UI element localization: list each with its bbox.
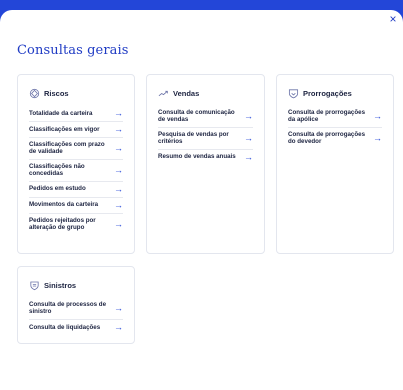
arrow-right-icon: → — [373, 132, 382, 143]
card-vendas: Vendas Consulta de comunicação de vendas… — [146, 74, 265, 254]
list-item[interactable]: Consulta de liquidações → — [29, 320, 123, 335]
claims-shield-icon — [29, 280, 40, 291]
risk-diamond-icon — [29, 88, 40, 99]
sinistros-list: Consulta de processos de sinistro → Consu… — [29, 298, 123, 335]
list-item[interactable]: Classificações em vigor → — [29, 122, 123, 138]
consultas-modal: × Consultas gerais Riscos Totalidade da … — [0, 10, 403, 390]
arrow-right-icon: → — [114, 183, 123, 194]
card-riscos: Riscos Totalidade da carteira → Classific… — [17, 74, 135, 254]
arrow-right-icon: → — [114, 218, 123, 229]
list-item[interactable]: Pedidos em estudo → — [29, 182, 123, 198]
arrow-right-icon: → — [114, 108, 123, 118]
list-item[interactable]: Consulta de prorrogações do devedor → — [288, 128, 382, 149]
list-item[interactable]: Consulta de comunicação de vendas → — [158, 106, 253, 128]
item-label: Resumo de vendas anuais — [158, 153, 236, 161]
list-item[interactable]: Movimentos da carteira → — [29, 198, 123, 214]
card-sinistros: Sinistros Consulta de processos de sinis… — [17, 266, 135, 344]
list-item[interactable]: Classificações com prazo de validade → — [29, 138, 123, 160]
arrow-right-icon: → — [114, 321, 123, 332]
arrow-right-icon: → — [114, 302, 123, 313]
item-label: Classificações com prazo de validade — [29, 141, 105, 156]
page-title: Consultas gerais — [17, 43, 129, 58]
item-label: Movimentos da carteira — [29, 201, 99, 209]
list-item[interactable]: Resumo de vendas anuais → — [158, 150, 253, 165]
card-title: Riscos — [44, 88, 69, 98]
card-prorrogacoes-header: Prorrogações — [288, 87, 382, 99]
arrow-right-icon: → — [114, 124, 123, 134]
list-item[interactable]: Classificações não concedidas → — [29, 160, 123, 182]
item-label: Totalidade da carteira — [29, 109, 93, 117]
arrow-right-icon: → — [114, 164, 123, 175]
item-label: Consulta de comunicação de vendas — [158, 109, 235, 124]
item-label: Pedidos rejeitados por alteração de grup… — [29, 216, 96, 232]
card-sinistros-header: Sinistros — [29, 279, 123, 291]
vendas-list: Consulta de comunicação de vendas → Pesqu… — [158, 106, 253, 165]
arrow-right-icon: → — [244, 151, 253, 162]
item-label: Consulta de prorrogações do devedor — [288, 130, 366, 146]
arrow-right-icon: → — [114, 199, 123, 210]
close-icon[interactable]: × — [387, 13, 399, 25]
list-item[interactable]: Pesquisa de vendas por critérios → — [158, 128, 253, 150]
arrow-right-icon: → — [244, 132, 253, 143]
item-label: Pesquisa de vendas por critérios — [158, 130, 229, 146]
item-label: Consulta de processos de sinistro — [29, 301, 107, 316]
item-label: Consulta de prorrogações da apólice — [288, 109, 366, 124]
list-item[interactable]: Totalidade da carteira → — [29, 106, 123, 122]
sales-trend-icon — [158, 88, 169, 99]
arrow-right-icon: → — [244, 110, 253, 121]
card-title: Prorrogações — [303, 88, 352, 98]
card-prorrogacoes: Prorrogações Consulta de prorrogações da… — [276, 74, 394, 254]
prorrogacoes-list: Consulta de prorrogações da apólice → Con… — [288, 106, 382, 149]
list-item[interactable]: Consulta de processos de sinistro → — [29, 298, 123, 320]
item-label: Classificações em vigor — [29, 125, 100, 133]
card-title: Vendas — [173, 88, 200, 98]
list-item[interactable]: Consulta de prorrogações da apólice → — [288, 106, 382, 128]
card-vendas-header: Vendas — [158, 87, 253, 99]
list-item[interactable]: Pedidos rejeitados por alteração de grup… — [29, 214, 123, 235]
card-title: Sinistros — [44, 280, 77, 290]
arrow-right-icon: → — [114, 142, 123, 153]
item-label: Pedidos em estudo — [29, 185, 86, 193]
extension-shield-icon — [288, 88, 299, 99]
item-label: Classificações não concedidas — [29, 162, 85, 178]
riscos-list: Totalidade da carteira → Classificações e… — [29, 106, 123, 234]
card-riscos-header: Riscos — [29, 87, 123, 99]
arrow-right-icon: → — [373, 110, 382, 121]
item-label: Consulta de liquidações — [29, 323, 101, 331]
